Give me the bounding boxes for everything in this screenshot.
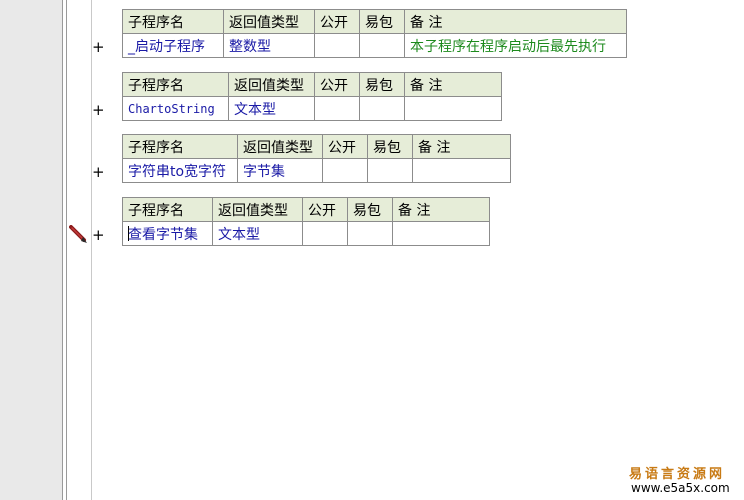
- expand-plus-icon[interactable]: +: [92, 103, 106, 118]
- header-name: 子程序名: [122, 9, 224, 34]
- subroutine-header-row: 子程序名 返回值类型 公开 易包 备 注: [122, 9, 627, 34]
- subroutine-header-row: 子程序名 返回值类型 公开 易包 备 注: [122, 134, 511, 159]
- watermark-url: www.e5a5x.com: [631, 481, 730, 495]
- subroutine-table: 子程序名 返回值类型 公开 易包 备 注 查看字节集 文本型: [122, 197, 490, 246]
- header-note: 备 注: [404, 9, 627, 34]
- subroutine-name-cell[interactable]: ChartoString: [122, 96, 229, 121]
- subroutine-header-row: 子程序名 返回值类型 公开 易包 备 注: [122, 197, 490, 222]
- header-public: 公开: [322, 134, 368, 159]
- code-editor: + 子程序名 返回值类型 公开 易包 备 注 _启动子程序 整数型 本子程序在程…: [0, 0, 744, 500]
- header-name: 子程序名: [122, 197, 213, 222]
- header-name: 子程序名: [122, 72, 229, 97]
- note-cell[interactable]: [412, 158, 511, 183]
- public-cell[interactable]: [314, 33, 360, 58]
- subroutine-table: 子程序名 返回值类型 公开 易包 备 注 _启动子程序 整数型 本子程序在程序启…: [122, 9, 627, 58]
- header-note: 备 注: [404, 72, 502, 97]
- header-return-type: 返回值类型: [237, 134, 323, 159]
- easy-pack-cell[interactable]: [347, 221, 393, 246]
- public-cell[interactable]: [302, 221, 348, 246]
- easy-pack-cell[interactable]: [359, 33, 405, 58]
- note-cell[interactable]: 本子程序在程序启动后最先执行: [404, 33, 627, 58]
- header-note: 备 注: [392, 197, 490, 222]
- header-return-type: 返回值类型: [228, 72, 315, 97]
- public-cell[interactable]: [322, 158, 368, 183]
- header-public: 公开: [302, 197, 348, 222]
- header-easy-pack: 易包: [367, 134, 413, 159]
- editor-gutter: [0, 0, 62, 500]
- subroutine-row[interactable]: ChartoString 文本型: [122, 96, 502, 121]
- subroutine-row[interactable]: 查看字节集 文本型: [122, 221, 490, 246]
- header-easy-pack: 易包: [347, 197, 393, 222]
- header-public: 公开: [314, 9, 360, 34]
- header-note: 备 注: [412, 134, 511, 159]
- pencil-edit-icon: [69, 225, 87, 243]
- subroutine-name-cell[interactable]: _启动子程序: [122, 33, 224, 58]
- public-cell[interactable]: [314, 96, 360, 121]
- easy-pack-cell[interactable]: [359, 96, 405, 121]
- easy-pack-cell[interactable]: [367, 158, 413, 183]
- subroutine-table: 子程序名 返回值类型 公开 易包 备 注 ChartoString 文本型: [122, 72, 502, 121]
- watermark-title: 易语言资源网: [629, 467, 726, 482]
- subroutine-table: 子程序名 返回值类型 公开 易包 备 注 字符串to宽字符 字节集: [122, 134, 511, 183]
- margin-column: [67, 0, 91, 500]
- header-return-type: 返回值类型: [223, 9, 315, 34]
- header-easy-pack: 易包: [359, 9, 405, 34]
- return-type-cell[interactable]: 字节集: [237, 158, 323, 183]
- return-type-cell[interactable]: 文本型: [212, 221, 303, 246]
- subroutine-row[interactable]: 字符串to宽字符 字节集: [122, 158, 511, 183]
- expand-plus-icon[interactable]: +: [92, 165, 106, 180]
- return-type-cell[interactable]: 整数型: [223, 33, 315, 58]
- note-cell[interactable]: [404, 96, 502, 121]
- note-cell[interactable]: [392, 221, 490, 246]
- header-public: 公开: [314, 72, 360, 97]
- subroutine-header-row: 子程序名 返回值类型 公开 易包 备 注: [122, 72, 502, 97]
- subroutine-name-cell[interactable]: 字符串to宽字符: [122, 158, 238, 183]
- expand-plus-icon[interactable]: +: [92, 228, 106, 243]
- expand-plus-icon[interactable]: +: [92, 40, 106, 55]
- margin-divider: [91, 0, 92, 500]
- header-return-type: 返回值类型: [212, 197, 303, 222]
- return-type-cell[interactable]: 文本型: [228, 96, 315, 121]
- subroutine-row[interactable]: _启动子程序 整数型 本子程序在程序启动后最先执行: [122, 33, 627, 58]
- header-name: 子程序名: [122, 134, 238, 159]
- subroutine-name-text: 查看字节集: [128, 226, 198, 243]
- header-easy-pack: 易包: [359, 72, 405, 97]
- subroutine-name-cell[interactable]: 查看字节集: [122, 221, 213, 246]
